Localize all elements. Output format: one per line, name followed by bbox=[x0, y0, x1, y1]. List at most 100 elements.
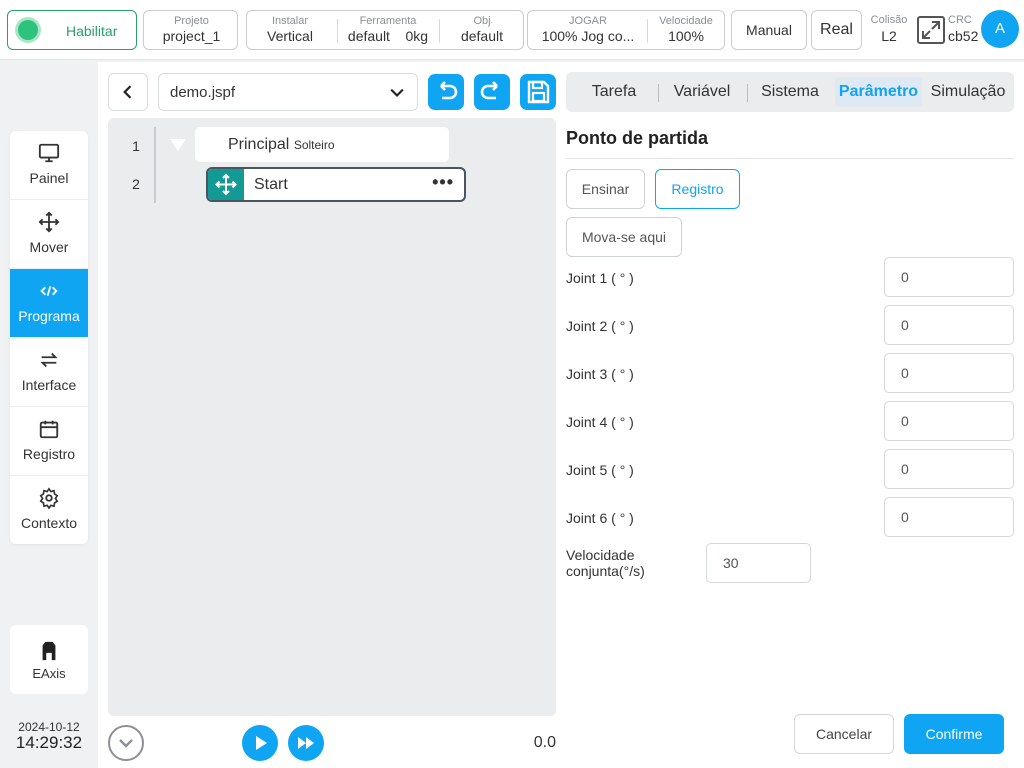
joint-5-input[interactable]: 0 bbox=[884, 449, 1014, 489]
sidebar-item-mover[interactable]: Mover bbox=[10, 200, 88, 269]
date-display: 2024-10-12 bbox=[18, 720, 80, 734]
joint-speed-label-line: Velocidade bbox=[566, 547, 635, 563]
crc-value: cb52 bbox=[948, 28, 979, 44]
swap-icon bbox=[40, 352, 58, 368]
sidebar-item-contexto[interactable]: Contexto bbox=[10, 476, 88, 544]
install-value: Vertical bbox=[267, 28, 313, 44]
joint-label: Joint 1 ( ° ) bbox=[566, 270, 634, 286]
joint-2-input[interactable]: 0 bbox=[884, 305, 1014, 345]
node-title: Start bbox=[254, 176, 288, 193]
status-dot-icon bbox=[18, 20, 38, 40]
jog-value: 100% Jog co... bbox=[541, 28, 635, 44]
joint-6-input[interactable]: 0 bbox=[884, 497, 1014, 537]
chevron-left-icon bbox=[123, 85, 132, 99]
drag-handle[interactable] bbox=[208, 169, 244, 200]
redo-icon bbox=[480, 81, 498, 100]
tab-parametro[interactable]: Parâmetro bbox=[835, 77, 922, 107]
expand-icon[interactable] bbox=[917, 16, 945, 44]
avatar[interactable]: A bbox=[981, 10, 1019, 48]
joint-label: Joint 5 ( ° ) bbox=[566, 462, 634, 478]
tab-bar: Tarefa Variável Sistema Parâmetro Simula… bbox=[566, 72, 1014, 112]
joint-4-input[interactable]: 0 bbox=[884, 401, 1014, 441]
chevron-down-icon bbox=[390, 88, 404, 98]
eaxis-icon bbox=[42, 641, 56, 661]
back-button[interactable] bbox=[108, 73, 148, 111]
undo-button[interactable] bbox=[428, 74, 464, 110]
speed-caption: Velocidade bbox=[659, 15, 713, 27]
installation-group[interactable]: Instalar Vertical Ferramenta default 0kg O… bbox=[246, 10, 524, 50]
sidebar-item-label: Registro bbox=[22, 446, 76, 462]
manual-mode-button[interactable]: Manual bbox=[731, 10, 807, 50]
play-icon bbox=[256, 736, 267, 750]
step-button[interactable] bbox=[288, 725, 324, 761]
principal-node[interactable]: Principal Solteiro bbox=[195, 127, 449, 162]
joint-speed-input[interactable]: 30 bbox=[706, 543, 811, 583]
enable-button[interactable]: Habilitar bbox=[7, 10, 137, 50]
sidebar-item-registro[interactable]: Registro bbox=[10, 407, 88, 476]
calendar-icon bbox=[39, 420, 59, 439]
tab-simulacao[interactable]: Simulação bbox=[926, 77, 1010, 107]
redo-button[interactable] bbox=[474, 74, 510, 110]
more-icon[interactable]: ••• bbox=[432, 172, 454, 193]
tab-sistema[interactable]: Sistema bbox=[752, 77, 828, 107]
divider bbox=[658, 84, 659, 102]
project-caption: Projeto bbox=[174, 15, 209, 27]
joint-speed-label: Velocidade conjunta(°/s) bbox=[566, 547, 686, 579]
confirm-button[interactable]: Confirme bbox=[904, 714, 1004, 754]
cancel-button[interactable]: Cancelar bbox=[794, 714, 894, 754]
sidebar-item-programa[interactable]: Programa bbox=[10, 269, 88, 338]
sidebar-item-label: Programa bbox=[18, 308, 80, 324]
record-button[interactable]: Registro bbox=[655, 169, 740, 209]
joint-label: Joint 6 ( ° ) bbox=[566, 510, 634, 526]
triangle-down-icon[interactable] bbox=[169, 138, 187, 152]
divider bbox=[439, 19, 440, 43]
save-button[interactable] bbox=[520, 74, 556, 110]
tool-value: default bbox=[347, 28, 390, 44]
page-title: Ponto de partida bbox=[566, 128, 709, 148]
divider bbox=[337, 19, 338, 43]
line-number: 1 bbox=[132, 138, 140, 154]
tab-variavel[interactable]: Variável bbox=[664, 77, 740, 107]
sidebar-item-label: Mover bbox=[29, 239, 69, 255]
eaxis-button[interactable]: EAxis bbox=[10, 625, 88, 694]
speed-value: 100% bbox=[668, 28, 704, 44]
sidebar-item-label: Contexto bbox=[20, 515, 78, 531]
move-here-button[interactable]: Mova-se aqui bbox=[566, 217, 682, 257]
joint-3-input[interactable]: 0 bbox=[884, 353, 1014, 393]
gear-icon bbox=[39, 487, 59, 510]
monitor-icon bbox=[38, 143, 60, 163]
crc-caption: CRC bbox=[948, 14, 972, 26]
run-speed-value: 0.0 bbox=[533, 734, 556, 751]
sidebar-item-interface[interactable]: Interface bbox=[10, 338, 88, 407]
collision-level: Colisão L2 bbox=[868, 14, 910, 44]
start-node[interactable]: Start ••• bbox=[206, 167, 466, 202]
scroll-down-button[interactable] bbox=[108, 725, 144, 761]
teach-button[interactable]: Ensinar bbox=[566, 169, 645, 209]
jog-caption: JOGAR bbox=[569, 15, 607, 27]
obj-caption: Obj bbox=[473, 15, 491, 27]
sidebar-item-label: Painel bbox=[29, 170, 69, 186]
tab-tarefa[interactable]: Tarefa bbox=[576, 77, 652, 107]
jog-speed-group[interactable]: JOGAR 100% Jog co... Velocidade 100% bbox=[527, 10, 725, 50]
joint-1-input[interactable]: 0 bbox=[884, 257, 1014, 297]
save-icon bbox=[527, 80, 550, 104]
eaxis-label: EAxis bbox=[32, 666, 66, 681]
file-select[interactable]: demo.jspf bbox=[158, 73, 418, 111]
project-selector[interactable]: Projeto project_1 bbox=[143, 10, 238, 50]
joint-label: Joint 2 ( ° ) bbox=[566, 318, 634, 334]
install-caption: Instalar bbox=[271, 15, 309, 27]
tool-weight: 0kg bbox=[405, 28, 429, 44]
collision-caption: Colisão bbox=[870, 14, 908, 26]
project-value: project_1 bbox=[162, 28, 221, 44]
sidebar-item-painel[interactable]: Painel bbox=[10, 131, 88, 200]
enable-label: Habilitar bbox=[66, 23, 118, 39]
obj-value: default bbox=[460, 28, 504, 44]
play-button[interactable] bbox=[242, 725, 278, 761]
time-display: 14:29:32 bbox=[15, 733, 83, 752]
real-mode-button[interactable]: Real bbox=[811, 10, 862, 50]
fast-forward-icon bbox=[298, 737, 314, 749]
move-icon bbox=[215, 173, 237, 196]
node-title: Principal bbox=[228, 136, 290, 153]
file-name: demo.jspf bbox=[170, 84, 236, 101]
joint-label: Joint 3 ( ° ) bbox=[566, 366, 634, 382]
